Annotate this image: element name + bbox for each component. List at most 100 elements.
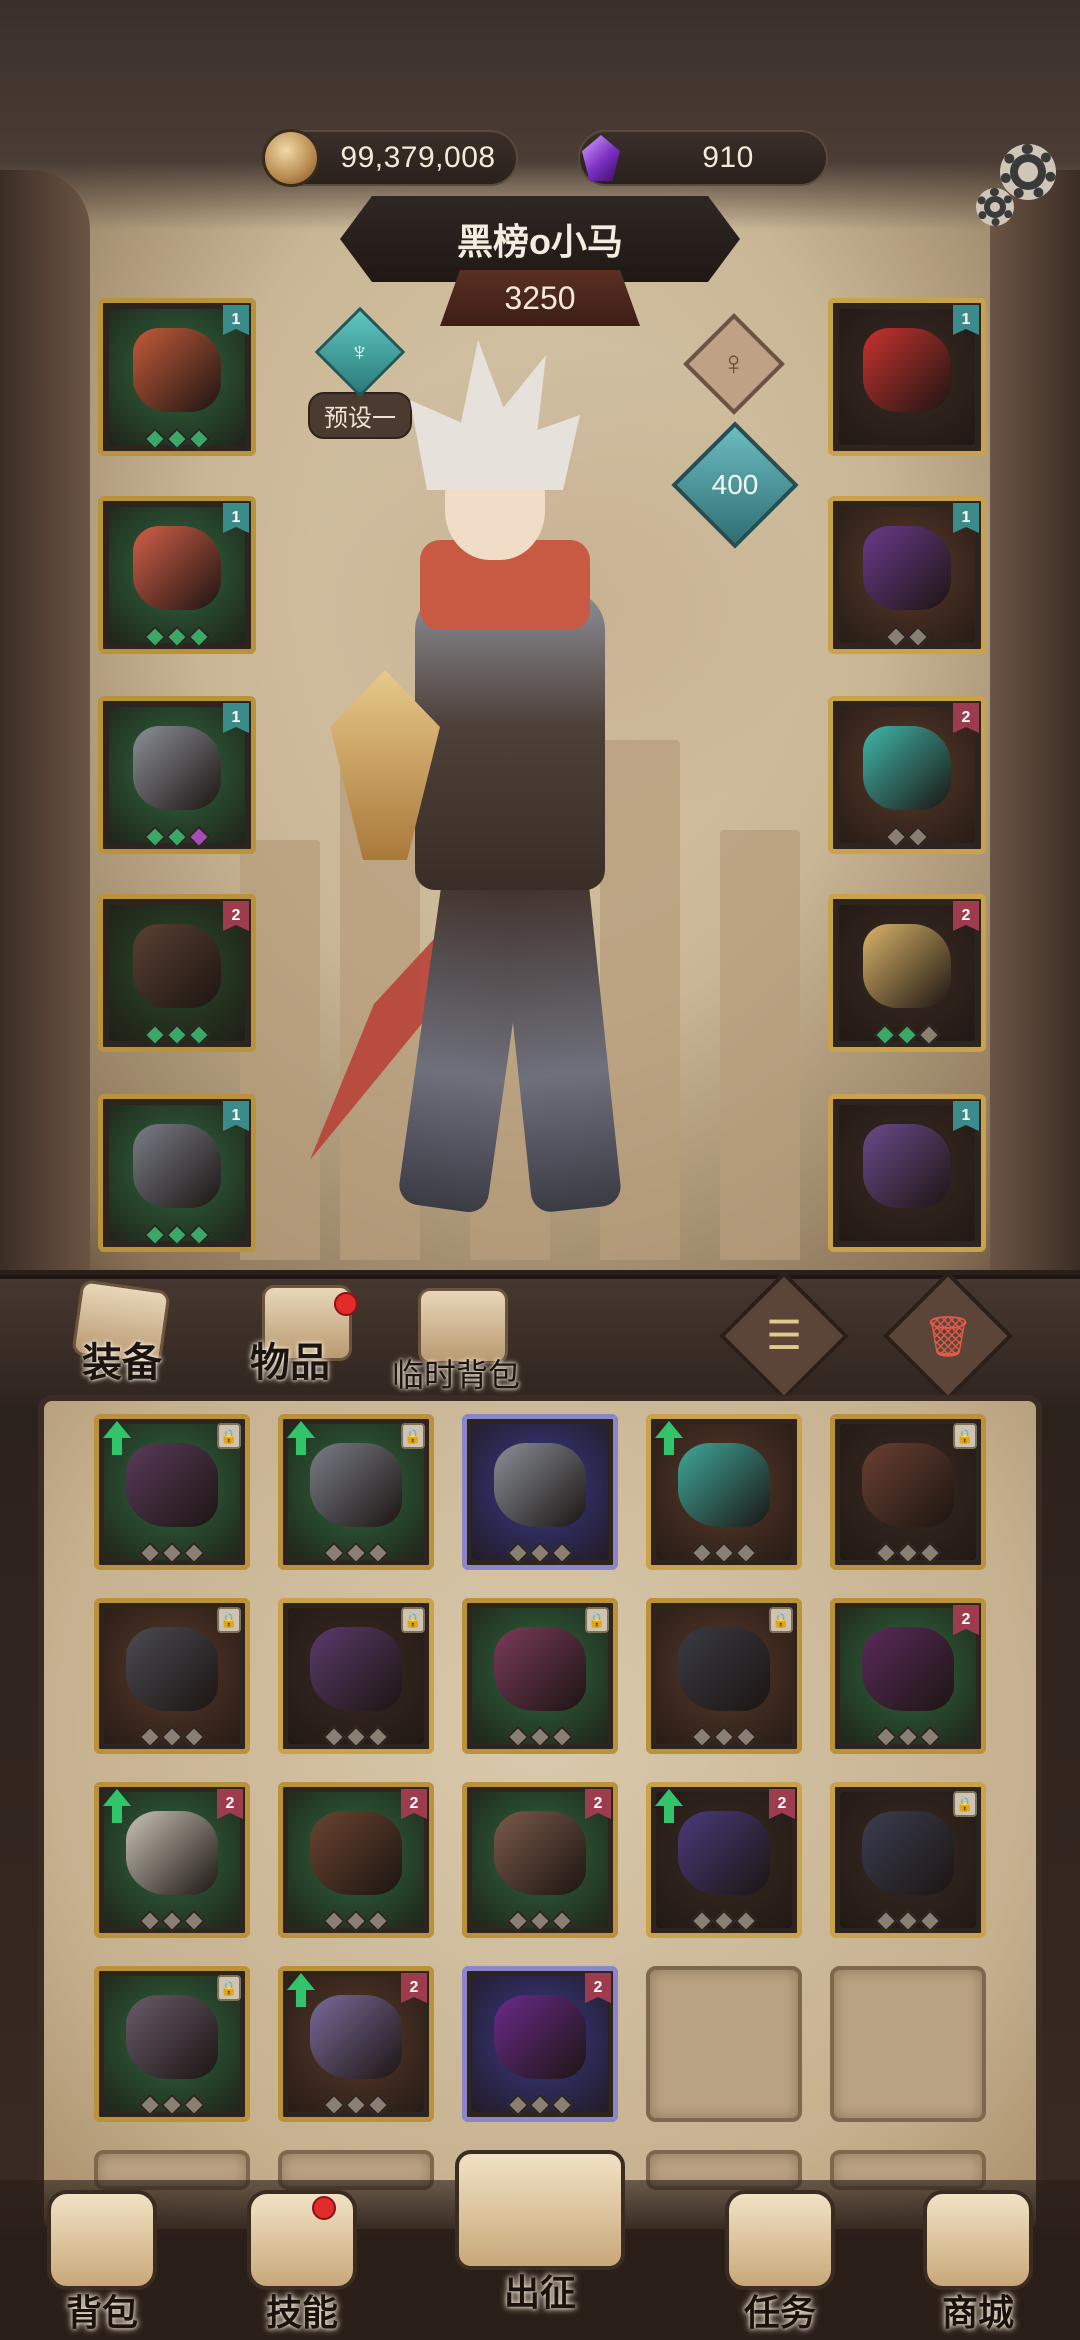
- equip-slot-left-red-scarf-armor[interactable]: 1: [98, 496, 256, 654]
- lock-icon[interactable]: 🔒: [217, 1607, 241, 1633]
- nav-bag[interactable]: 背包: [12, 2190, 192, 2340]
- gem-socket-icon: [160, 1725, 184, 1749]
- nav-quests[interactable]: 任务: [690, 2190, 870, 2340]
- gem-socket-icon: [143, 825, 167, 849]
- lock-icon[interactable]: 🔒: [401, 1607, 425, 1633]
- gem-socket-icon: [160, 2093, 184, 2117]
- gem-counter[interactable]: 910: [578, 130, 828, 186]
- player-name-banner: 黑榜o小马: [340, 196, 740, 282]
- gem-sockets: [283, 1725, 429, 1749]
- gem-socket-icon: [165, 1223, 189, 1247]
- gem-sockets: [99, 1541, 245, 1565]
- inventory-slot-empty[interactable]: [830, 1966, 986, 2122]
- inventory-slot-fur-bracer[interactable]: 2: [94, 1782, 250, 1938]
- inventory-slot-dragon-skull[interactable]: 🔒: [94, 1966, 250, 2122]
- gem-socket-icon: [322, 2093, 346, 2117]
- lock-icon[interactable]: 🔒: [217, 1423, 241, 1449]
- gem-socket-icon: [918, 1541, 942, 1565]
- gold-amount: 99,379,008: [340, 141, 496, 174]
- equip-slot-left-gold-gauntlet[interactable]: 1: [98, 696, 256, 854]
- equip-slot-right-gold-trinket[interactable]: 2: [828, 894, 986, 1052]
- gem-socket-icon: [550, 1541, 574, 1565]
- gem-sockets: [99, 1909, 245, 1933]
- leather-bracer-icon: [309, 1811, 403, 1896]
- nav-skills[interactable]: 技能: [212, 2190, 392, 2340]
- nav-shop[interactable]: 商城: [888, 2190, 1068, 2340]
- lock-icon[interactable]: 🔒: [953, 1791, 977, 1817]
- gem-socket-icon: [143, 1023, 167, 1047]
- gem-socket-icon: [344, 2093, 368, 2117]
- quests-icon: [725, 2190, 835, 2290]
- gem-socket-icon: [734, 1725, 758, 1749]
- equip-slot-left-leather-pants[interactable]: 2: [98, 894, 256, 1052]
- gem-sockets: [103, 825, 251, 849]
- inventory-slot-purple-boot-2[interactable]: 2: [830, 1598, 986, 1754]
- tab-equipment[interactable]: 装备: [82, 1330, 162, 1388]
- gem-sockets: [467, 1541, 613, 1565]
- inventory-slot-chain-gloves[interactable]: 🔒: [94, 1414, 250, 1570]
- gear-icon[interactable]: [968, 140, 1060, 232]
- equip-slot-left-feather-helmet[interactable]: 1: [98, 298, 256, 456]
- gem-socket-icon: [138, 1725, 162, 1749]
- gem-sockets: [835, 1541, 981, 1565]
- inventory-slot-empty[interactable]: [646, 1966, 802, 2122]
- gem-socket-icon: [160, 1541, 184, 1565]
- gem-socket-icon: [918, 1725, 942, 1749]
- gem-socket-icon: [874, 1909, 898, 1933]
- iron-band-icon: [677, 1627, 771, 1712]
- lock-icon[interactable]: 🔒: [217, 1975, 241, 2001]
- gem-sockets: [103, 427, 251, 451]
- inventory-slot-purple-boots[interactable]: 🔒: [278, 1598, 434, 1754]
- gem-sockets: [835, 1725, 981, 1749]
- inventory-slot-feather-quiver[interactable]: 2: [646, 1782, 802, 1938]
- gem-socket-icon: [322, 1909, 346, 1933]
- lock-icon[interactable]: 🔒: [401, 1423, 425, 1449]
- equip-slot-right-teal-gem-ring[interactable]: 2: [828, 696, 986, 854]
- inventory-slot-steel-boots[interactable]: 🔒: [830, 1782, 986, 1938]
- gem-socket-icon: [690, 1909, 714, 1933]
- equip-slot-right-purple-bow[interactable]: 1: [828, 1094, 986, 1252]
- stage-arch-left: [0, 170, 90, 1270]
- inventory-slot-steel-chest[interactable]: 🔒: [278, 1414, 434, 1570]
- lock-icon[interactable]: 🔒: [953, 1423, 977, 1449]
- hero-character[interactable]: [270, 340, 730, 1280]
- gold-counter[interactable]: 99,379,008: [262, 129, 518, 187]
- inventory-slot-ruby-ring[interactable]: [462, 1414, 618, 1570]
- inventory-slot-wooden-bow[interactable]: 🔒: [830, 1414, 986, 1570]
- inventory-slot-iron-band[interactable]: 🔒: [646, 1598, 802, 1754]
- stage-arch-right: [990, 170, 1080, 1270]
- lock-icon[interactable]: 🔒: [585, 1607, 609, 1633]
- gem-socket-icon: [182, 1541, 206, 1565]
- gem-sockets: [283, 1541, 429, 1565]
- tab-items[interactable]: 物品: [250, 1330, 330, 1388]
- equip-slot-left-armored-boots[interactable]: 1: [98, 1094, 256, 1252]
- gem-sockets: [833, 625, 981, 649]
- inventory-slot-tattered-robe[interactable]: 🔒: [462, 1598, 618, 1754]
- gem-sockets: [651, 1909, 797, 1933]
- tattered-robe-icon: [493, 1627, 587, 1712]
- nav-expedition[interactable]: 出征: [450, 2150, 630, 2340]
- gem-socket-icon: [182, 1725, 206, 1749]
- gem-socket-icon: [896, 1725, 920, 1749]
- gem-socket-icon: [143, 427, 167, 451]
- gem-socket-icon: [690, 1725, 714, 1749]
- power-rating: 3250: [440, 270, 640, 326]
- sort-icon: ☰: [766, 1314, 802, 1358]
- equip-slot-right-purple-ring[interactable]: 1: [828, 496, 986, 654]
- inventory-slot-crystal-necklace[interactable]: 2: [278, 1966, 434, 2122]
- gem-sockets: [99, 2093, 245, 2117]
- gem-sockets: [99, 1725, 245, 1749]
- inventory-slot-void-gauntlet[interactable]: 2: [462, 1966, 618, 2122]
- gem-sockets: [283, 1909, 429, 1933]
- inventory-slot-rope-boots[interactable]: 2: [462, 1782, 618, 1938]
- inventory-slot-chain-ring[interactable]: 🔒: [94, 1598, 250, 1754]
- gem-socket-icon: [344, 1725, 368, 1749]
- lock-icon[interactable]: 🔒: [769, 1607, 793, 1633]
- purple-gem-icon: [572, 129, 630, 187]
- gem-socket-icon: [712, 1541, 736, 1565]
- equip-slot-right-ruby-amulet[interactable]: 1: [828, 298, 986, 456]
- inventory-slot-leather-bracer[interactable]: 2: [278, 1782, 434, 1938]
- inventory-slot-dragon-helm[interactable]: [646, 1414, 802, 1570]
- tab-temp-bag[interactable]: 临时背包: [392, 1350, 520, 1396]
- nav-skills-label: 技能: [265, 2292, 338, 2333]
